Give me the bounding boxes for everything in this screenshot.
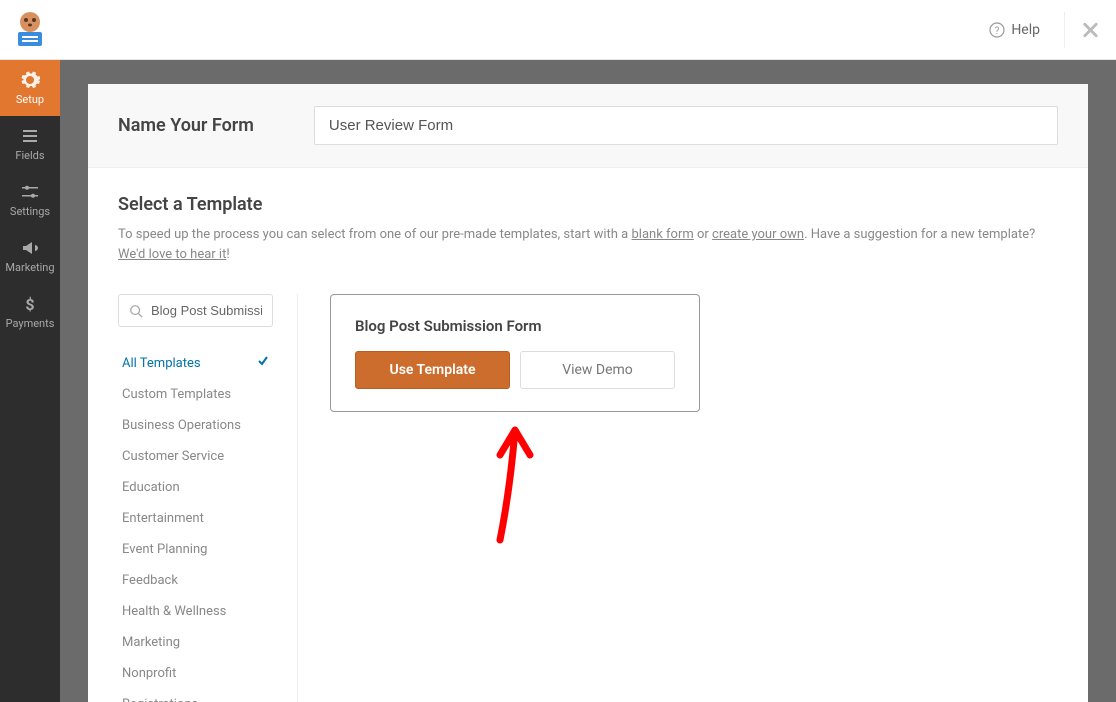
category-custom-templates[interactable]: Custom Templates (118, 379, 273, 410)
search-icon (129, 304, 143, 318)
sidebar-item-fields[interactable]: Fields (0, 116, 60, 172)
bullhorn-icon (20, 238, 40, 258)
category-entertainment[interactable]: Entertainment (118, 503, 273, 534)
sidebar-item-setup[interactable]: Setup (0, 60, 60, 116)
sidebar-item-marketing[interactable]: Marketing (0, 228, 60, 284)
dollar-icon: $ (20, 294, 40, 314)
category-health-wellness[interactable]: Health & Wellness (118, 596, 273, 627)
category-registrations[interactable]: Registrations (118, 689, 273, 702)
view-demo-button[interactable]: View Demo (520, 351, 675, 389)
sidebar-label: Marketing (5, 261, 54, 274)
blank-form-link[interactable]: blank form (631, 227, 693, 242)
form-name-label: Name Your Form (118, 115, 254, 136)
sidebar: Setup Fields Settings Marketing $ Paymen… (0, 60, 60, 702)
category-nonprofit[interactable]: Nonprofit (118, 658, 273, 689)
category-all-templates[interactable]: All Templates (118, 347, 273, 379)
category-event-planning[interactable]: Event Planning (118, 534, 273, 565)
list-icon (20, 126, 40, 146)
sliders-icon (20, 182, 40, 202)
close-icon (1081, 20, 1100, 40)
check-icon (257, 355, 269, 371)
svg-text:$: $ (25, 295, 34, 314)
sidebar-label: Settings (10, 205, 50, 218)
help-link[interactable]: ? Help (989, 22, 1040, 38)
template-search[interactable] (118, 294, 273, 327)
sidebar-item-payments[interactable]: $ Payments (0, 284, 60, 340)
category-list: All Templates Custom Templates Business … (118, 347, 273, 702)
gear-icon (20, 70, 40, 90)
form-name-input[interactable] (314, 106, 1058, 145)
app-logo (0, 0, 60, 60)
template-card: Blog Post Submission Form Use Template V… (330, 294, 700, 412)
svg-text:?: ? (995, 26, 1000, 37)
category-customer-service[interactable]: Customer Service (118, 441, 273, 472)
template-section-desc: To speed up the process you can select f… (118, 225, 1058, 264)
template-search-input[interactable] (151, 303, 262, 318)
use-template-button[interactable]: Use Template (355, 351, 510, 389)
template-section-title: Select a Template (118, 194, 1058, 215)
category-feedback[interactable]: Feedback (118, 565, 273, 596)
create-own-link[interactable]: create your own (712, 227, 804, 242)
category-education[interactable]: Education (118, 472, 273, 503)
sidebar-label: Payments (6, 317, 55, 330)
topbar: ? Help (0, 0, 1116, 60)
help-label: Help (1011, 22, 1040, 38)
help-icon: ? (989, 22, 1005, 38)
sidebar-item-settings[interactable]: Settings (0, 172, 60, 228)
close-button[interactable] (1064, 12, 1100, 48)
category-marketing[interactable]: Marketing (118, 627, 273, 658)
setup-panel: Name Your Form Select a Template To spee… (88, 84, 1088, 702)
category-business-operations[interactable]: Business Operations (118, 410, 273, 441)
template-card-title: Blog Post Submission Form (355, 317, 675, 335)
sidebar-label: Fields (15, 149, 44, 162)
sidebar-label: Setup (16, 93, 44, 106)
suggest-link[interactable]: We'd love to hear it (118, 247, 226, 262)
